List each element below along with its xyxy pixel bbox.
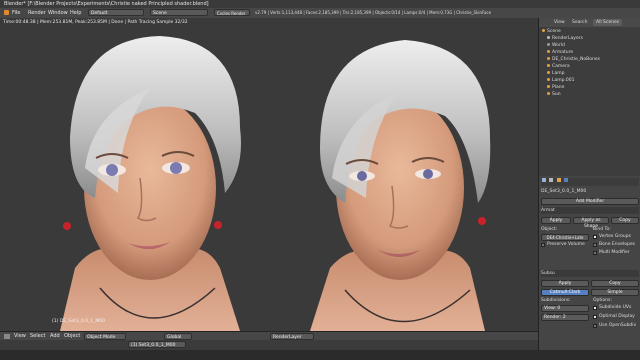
bind-to-label: Bind To: <box>593 227 611 232</box>
rendered-portrait-image <box>0 18 538 331</box>
scene-stats: v2.79 | Verts:1,113,448 | Faces:2,185,39… <box>255 10 492 15</box>
scene-layer-field[interactable]: (1) Set3_0.0_1_M00 <box>128 341 186 348</box>
subdivide-uvs-checkbox[interactable] <box>593 306 597 310</box>
use-opensubdiv-label: Use OpenSubdiv <box>599 323 637 328</box>
outliner-item[interactable]: Sun <box>539 92 640 98</box>
outliner-item[interactable]: Lamp <box>539 71 640 77</box>
mode-selector[interactable]: Object Mode <box>84 333 126 340</box>
object-label: Object: <box>541 227 558 232</box>
outliner-header: View Search All Scenes <box>539 18 640 27</box>
menu-help[interactable]: Help <box>70 10 81 16</box>
preserve-volume-label: Preserve Volume <box>547 242 585 247</box>
lamp-icon <box>547 71 550 74</box>
outliner-item[interactable]: Scene <box>539 29 640 35</box>
modifier-tab-icon[interactable] <box>564 178 569 182</box>
subdivisions-label: Subdivisions: <box>541 298 571 303</box>
menu-object[interactable]: Object <box>64 333 80 339</box>
subsurf-modifier-name[interactable]: Subsu <box>541 271 555 276</box>
lamp-icon <box>547 78 550 81</box>
object-path: DE_Set3_0.0_1_M00 <box>541 189 587 194</box>
scene-tab-icon[interactable] <box>549 178 554 182</box>
armature-modifier-header: Armat <box>541 207 639 214</box>
outliner-item[interactable]: World <box>539 43 640 49</box>
object-icon <box>547 57 550 60</box>
scene-icon <box>542 29 545 32</box>
editor-type-icon[interactable] <box>4 334 10 339</box>
outliner-item[interactable]: Armature <box>539 50 640 56</box>
camera-icon <box>547 64 550 67</box>
apply-button-2[interactable]: Apply <box>541 280 589 287</box>
render-tab-icon[interactable] <box>542 178 546 182</box>
armature-icon <box>547 50 550 53</box>
simple-button[interactable]: Simple <box>591 289 639 296</box>
bone-envelopes-label: Bone Envelopes <box>599 242 635 247</box>
vertex-groups-label: Vertex Groups <box>599 234 631 239</box>
optimal-display-label: Optimal Display <box>599 314 635 319</box>
options-label: Options: <box>593 298 612 303</box>
menu-add[interactable]: Add <box>50 333 60 339</box>
right-face <box>310 40 491 331</box>
active-object-label: (1) DE_Set3_0.0_1_M00 <box>52 319 105 324</box>
bone-envelopes-checkbox[interactable] <box>593 243 597 247</box>
outliner-item[interactable]: Plane <box>539 85 640 91</box>
tab-view[interactable]: View <box>551 19 568 26</box>
menu-render[interactable]: Render <box>28 10 46 16</box>
vertex-groups-checkbox[interactable] <box>593 235 597 239</box>
tab-all-scenes[interactable]: All Scenes <box>593 19 623 26</box>
sun-icon <box>547 92 550 95</box>
copy-button-2[interactable]: Copy <box>591 280 639 287</box>
object-field[interactable]: DE4-Christie+Late <box>541 234 589 241</box>
add-modifier-button[interactable]: Add Modifier <box>541 198 639 205</box>
optimal-display-checkbox[interactable] <box>593 315 597 319</box>
preserve-volume-checkbox[interactable] <box>541 243 545 247</box>
window-title: Blender* [F:\Blender Projects\Experiment… <box>4 1 209 7</box>
title-bar: Blender* [F:\Blender Projects\Experiment… <box>0 0 640 8</box>
render-info-text: Time:00:48.38 | Mem:253.81M, Peak:253.85… <box>3 20 188 25</box>
subsurf-modifier-header: Subsu <box>541 270 639 277</box>
render-layers-icon <box>547 36 550 39</box>
properties-tabs <box>541 178 639 186</box>
object-tab-icon[interactable] <box>556 178 561 182</box>
menu-file[interactable]: File <box>12 10 20 16</box>
multi-modifier-label: Multi Modifier <box>599 250 630 255</box>
menu-view[interactable]: View <box>14 333 26 339</box>
copy-button[interactable]: Copy <box>611 217 639 224</box>
render-viewport[interactable]: Time:00:48.38 | Mem:253.81M, Peak:253.85… <box>0 18 538 331</box>
use-opensubdiv-checkbox[interactable] <box>593 324 597 328</box>
outliner-item[interactable]: RenderLayers <box>539 36 640 42</box>
render-layer-field[interactable]: RenderLayer <box>270 333 314 340</box>
render-engine-selector[interactable]: Cycles Render <box>214 9 250 16</box>
apply-button[interactable]: Apply <box>541 217 571 224</box>
render-subdivisions-field[interactable]: Render: 2 <box>541 314 589 321</box>
multi-modifier-checkbox[interactable] <box>593 251 597 255</box>
properties-panel: DE_Set3_0.0_1_M00 Add Modifier Armat App… <box>538 176 640 350</box>
layout-selector[interactable]: Default <box>88 9 144 16</box>
menu-window[interactable]: Window <box>48 10 68 16</box>
left-face <box>60 36 241 331</box>
menu-select[interactable]: Select <box>30 333 45 339</box>
outliner-item[interactable]: Camera <box>539 64 640 70</box>
outliner-item[interactable]: Lamp.001 <box>539 78 640 84</box>
tab-search[interactable]: Search <box>569 19 590 26</box>
transform-orientation[interactable]: Global <box>164 333 192 340</box>
apply-as-shape-button[interactable]: Apply as Shape <box>573 217 609 229</box>
subdivide-uvs-label: Subdivide UVs <box>599 305 632 310</box>
blender-logo-icon <box>4 10 9 15</box>
mesh-icon <box>547 85 550 88</box>
scene-selector[interactable]: Scene <box>150 9 208 16</box>
outliner-panel: View Search All Scenes Scene RenderLayer… <box>538 18 640 176</box>
world-icon <box>547 43 550 46</box>
view-subdivisions-field[interactable]: View: 0 <box>541 305 589 312</box>
armature-modifier-name[interactable]: Armat <box>541 208 555 213</box>
catmull-clark-button[interactable]: Catmull-Clark <box>541 289 589 296</box>
outliner-item[interactable]: DE_Christie_NoBones <box>539 57 640 63</box>
